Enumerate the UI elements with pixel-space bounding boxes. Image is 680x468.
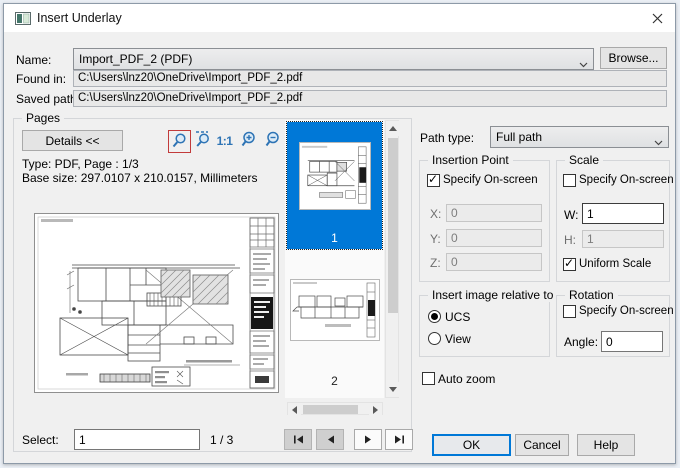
insertion-point-group-label: Insertion Point <box>428 153 513 167</box>
ucs-radio[interactable] <box>428 310 441 323</box>
help-button[interactable]: Help <box>577 434 635 456</box>
path-type-combobox[interactable]: Full path <box>490 126 669 148</box>
uniform-scale-label: Uniform Scale <box>579 258 652 270</box>
cancel-button[interactable]: Cancel <box>515 434 569 456</box>
rotation-group-label: Rotation <box>565 288 618 302</box>
scroll-down-icon[interactable] <box>386 382 400 397</box>
first-page-icon <box>293 435 303 444</box>
first-page-button[interactable] <box>284 429 312 450</box>
zoom-out-button[interactable] <box>262 130 283 151</box>
vertical-scroll-thumb[interactable] <box>388 138 398 313</box>
saved-path-label: Saved path: <box>16 92 81 106</box>
h-label: H: <box>564 233 576 247</box>
pdf-page-preview[interactable] <box>34 213 279 393</box>
h-input <box>582 230 664 248</box>
scroll-right-icon[interactable] <box>369 403 382 416</box>
chevron-down-icon <box>654 135 663 149</box>
w-input[interactable] <box>582 203 664 224</box>
thumbnail-page-1[interactable]: 1 <box>286 121 383 250</box>
z-input <box>446 253 542 271</box>
floor-plan-drawing <box>34 213 279 393</box>
next-page-button[interactable] <box>354 429 382 450</box>
scroll-left-icon[interactable] <box>288 403 301 416</box>
close-button[interactable] <box>640 4 674 32</box>
x-input <box>446 204 542 222</box>
auto-zoom-label: Auto zoom <box>438 372 496 386</box>
zoom-actual-size-button[interactable]: 1:1 <box>214 130 235 151</box>
view-radio[interactable] <box>428 332 441 345</box>
next-page-icon <box>364 435 371 444</box>
dialog-title: Insert Underlay <box>37 11 122 25</box>
auto-zoom-checkbox[interactable] <box>422 372 435 385</box>
thumbnail-page-2[interactable]: 2 <box>287 276 382 394</box>
scroll-up-icon[interactable] <box>386 121 400 136</box>
zoom-in-icon <box>240 130 258 151</box>
scale-group: Scale Specify On-screen W: H: Uniform Sc… <box>556 153 674 282</box>
ok-button[interactable]: OK <box>432 434 511 456</box>
pages-group-label: Pages <box>22 111 65 125</box>
thumbnail-page-1-image <box>299 142 371 210</box>
base-size-line: Base size: 297.0107 x 210.0157, Millimet… <box>22 171 258 185</box>
insert-underlay-dialog: Insert Underlay Name: Import_PDF_2 (PDF)… <box>3 3 676 464</box>
scale-group-label: Scale <box>565 153 604 167</box>
rotation-group: Rotation Specify On-screen Angle: <box>556 288 674 357</box>
y-input <box>446 229 542 247</box>
thumbnail-page-2-image <box>290 279 380 341</box>
found-in-field: C:\Users\lnz20\OneDrive\Import_PDF_2.pdf <box>73 70 667 87</box>
y-label: Y: <box>430 232 441 246</box>
zoom-out-icon <box>264 130 282 151</box>
uniform-scale-checkbox[interactable] <box>563 256 576 271</box>
select-page-input[interactable] <box>74 429 200 450</box>
browse-button[interactable]: Browse... <box>600 47 667 69</box>
chevron-down-icon <box>579 57 588 71</box>
thumbnail-page-2-label: 2 <box>331 374 338 388</box>
w-label: W: <box>564 208 579 222</box>
rotation-specify-onscreen-checkbox[interactable] <box>563 305 576 318</box>
relative-to-group-label: Insert image relative to <box>428 288 558 302</box>
thumbnail-horizontal-scrollbar[interactable] <box>287 402 383 416</box>
last-page-icon <box>394 435 404 444</box>
path-type-value: Full path <box>496 130 543 144</box>
ucs-label: UCS <box>445 310 471 324</box>
zoom-in-button[interactable] <box>238 130 259 151</box>
rotation-specify-onscreen-label: Specify On-screen <box>579 305 674 317</box>
thumbnail-vertical-scrollbar[interactable] <box>385 120 400 398</box>
zoom-window-button[interactable] <box>168 130 191 153</box>
name-combobox[interactable]: Import_PDF_2 (PDF) <box>73 48 594 70</box>
last-page-button[interactable] <box>385 429 413 450</box>
one-to-one-icon: 1:1 <box>216 133 233 148</box>
angle-input[interactable] <box>601 331 663 352</box>
thumbnail-page-1-label: 1 <box>331 231 338 245</box>
page-indicator: 1 / 3 <box>210 433 234 447</box>
zoom-extents-icon <box>194 130 212 151</box>
app-icon <box>15 12 31 28</box>
select-label: Select: <box>22 433 59 447</box>
x-label: X: <box>430 207 442 221</box>
zoom-extents-button[interactable] <box>192 130 213 151</box>
page-type-line: Type: PDF, Page : 1/3 <box>22 157 139 171</box>
z-label: Z: <box>430 256 441 270</box>
saved-path-field: C:\Users\lnz20\OneDrive\Import_PDF_2.pdf <box>73 90 667 107</box>
scale-specify-onscreen-checkbox[interactable] <box>563 174 576 187</box>
name-combobox-value: Import_PDF_2 (PDF) <box>79 52 193 66</box>
name-label: Name: <box>16 53 52 67</box>
pages-group: Pages Details << 1:1 Type: PDF, Page: 1… <box>13 111 413 452</box>
page-thumbnail-list: 1 2 <box>285 120 384 398</box>
horizontal-scroll-thumb[interactable] <box>303 405 358 414</box>
angle-label: Angle: <box>564 335 599 349</box>
scale-specify-onscreen-label: Specify On-screen <box>579 174 674 186</box>
details-button[interactable]: Details << <box>22 130 123 151</box>
found-in-label: Found in: <box>16 72 67 86</box>
insertion-specify-onscreen-checkbox[interactable] <box>427 172 440 187</box>
path-type-label: Path type: <box>420 131 475 145</box>
titlebar: Insert Underlay <box>4 4 675 32</box>
zoom-window-icon <box>171 132 188 152</box>
previous-page-button[interactable] <box>316 429 344 450</box>
relative-to-group: Insert image relative to UCS View <box>419 288 558 357</box>
previous-page-icon <box>327 435 334 444</box>
insertion-point-group: Insertion Point Specify On-screen X: Y: … <box>419 153 550 282</box>
view-label: View <box>445 332 471 346</box>
insertion-specify-onscreen-label: Specify On-screen <box>443 174 538 186</box>
